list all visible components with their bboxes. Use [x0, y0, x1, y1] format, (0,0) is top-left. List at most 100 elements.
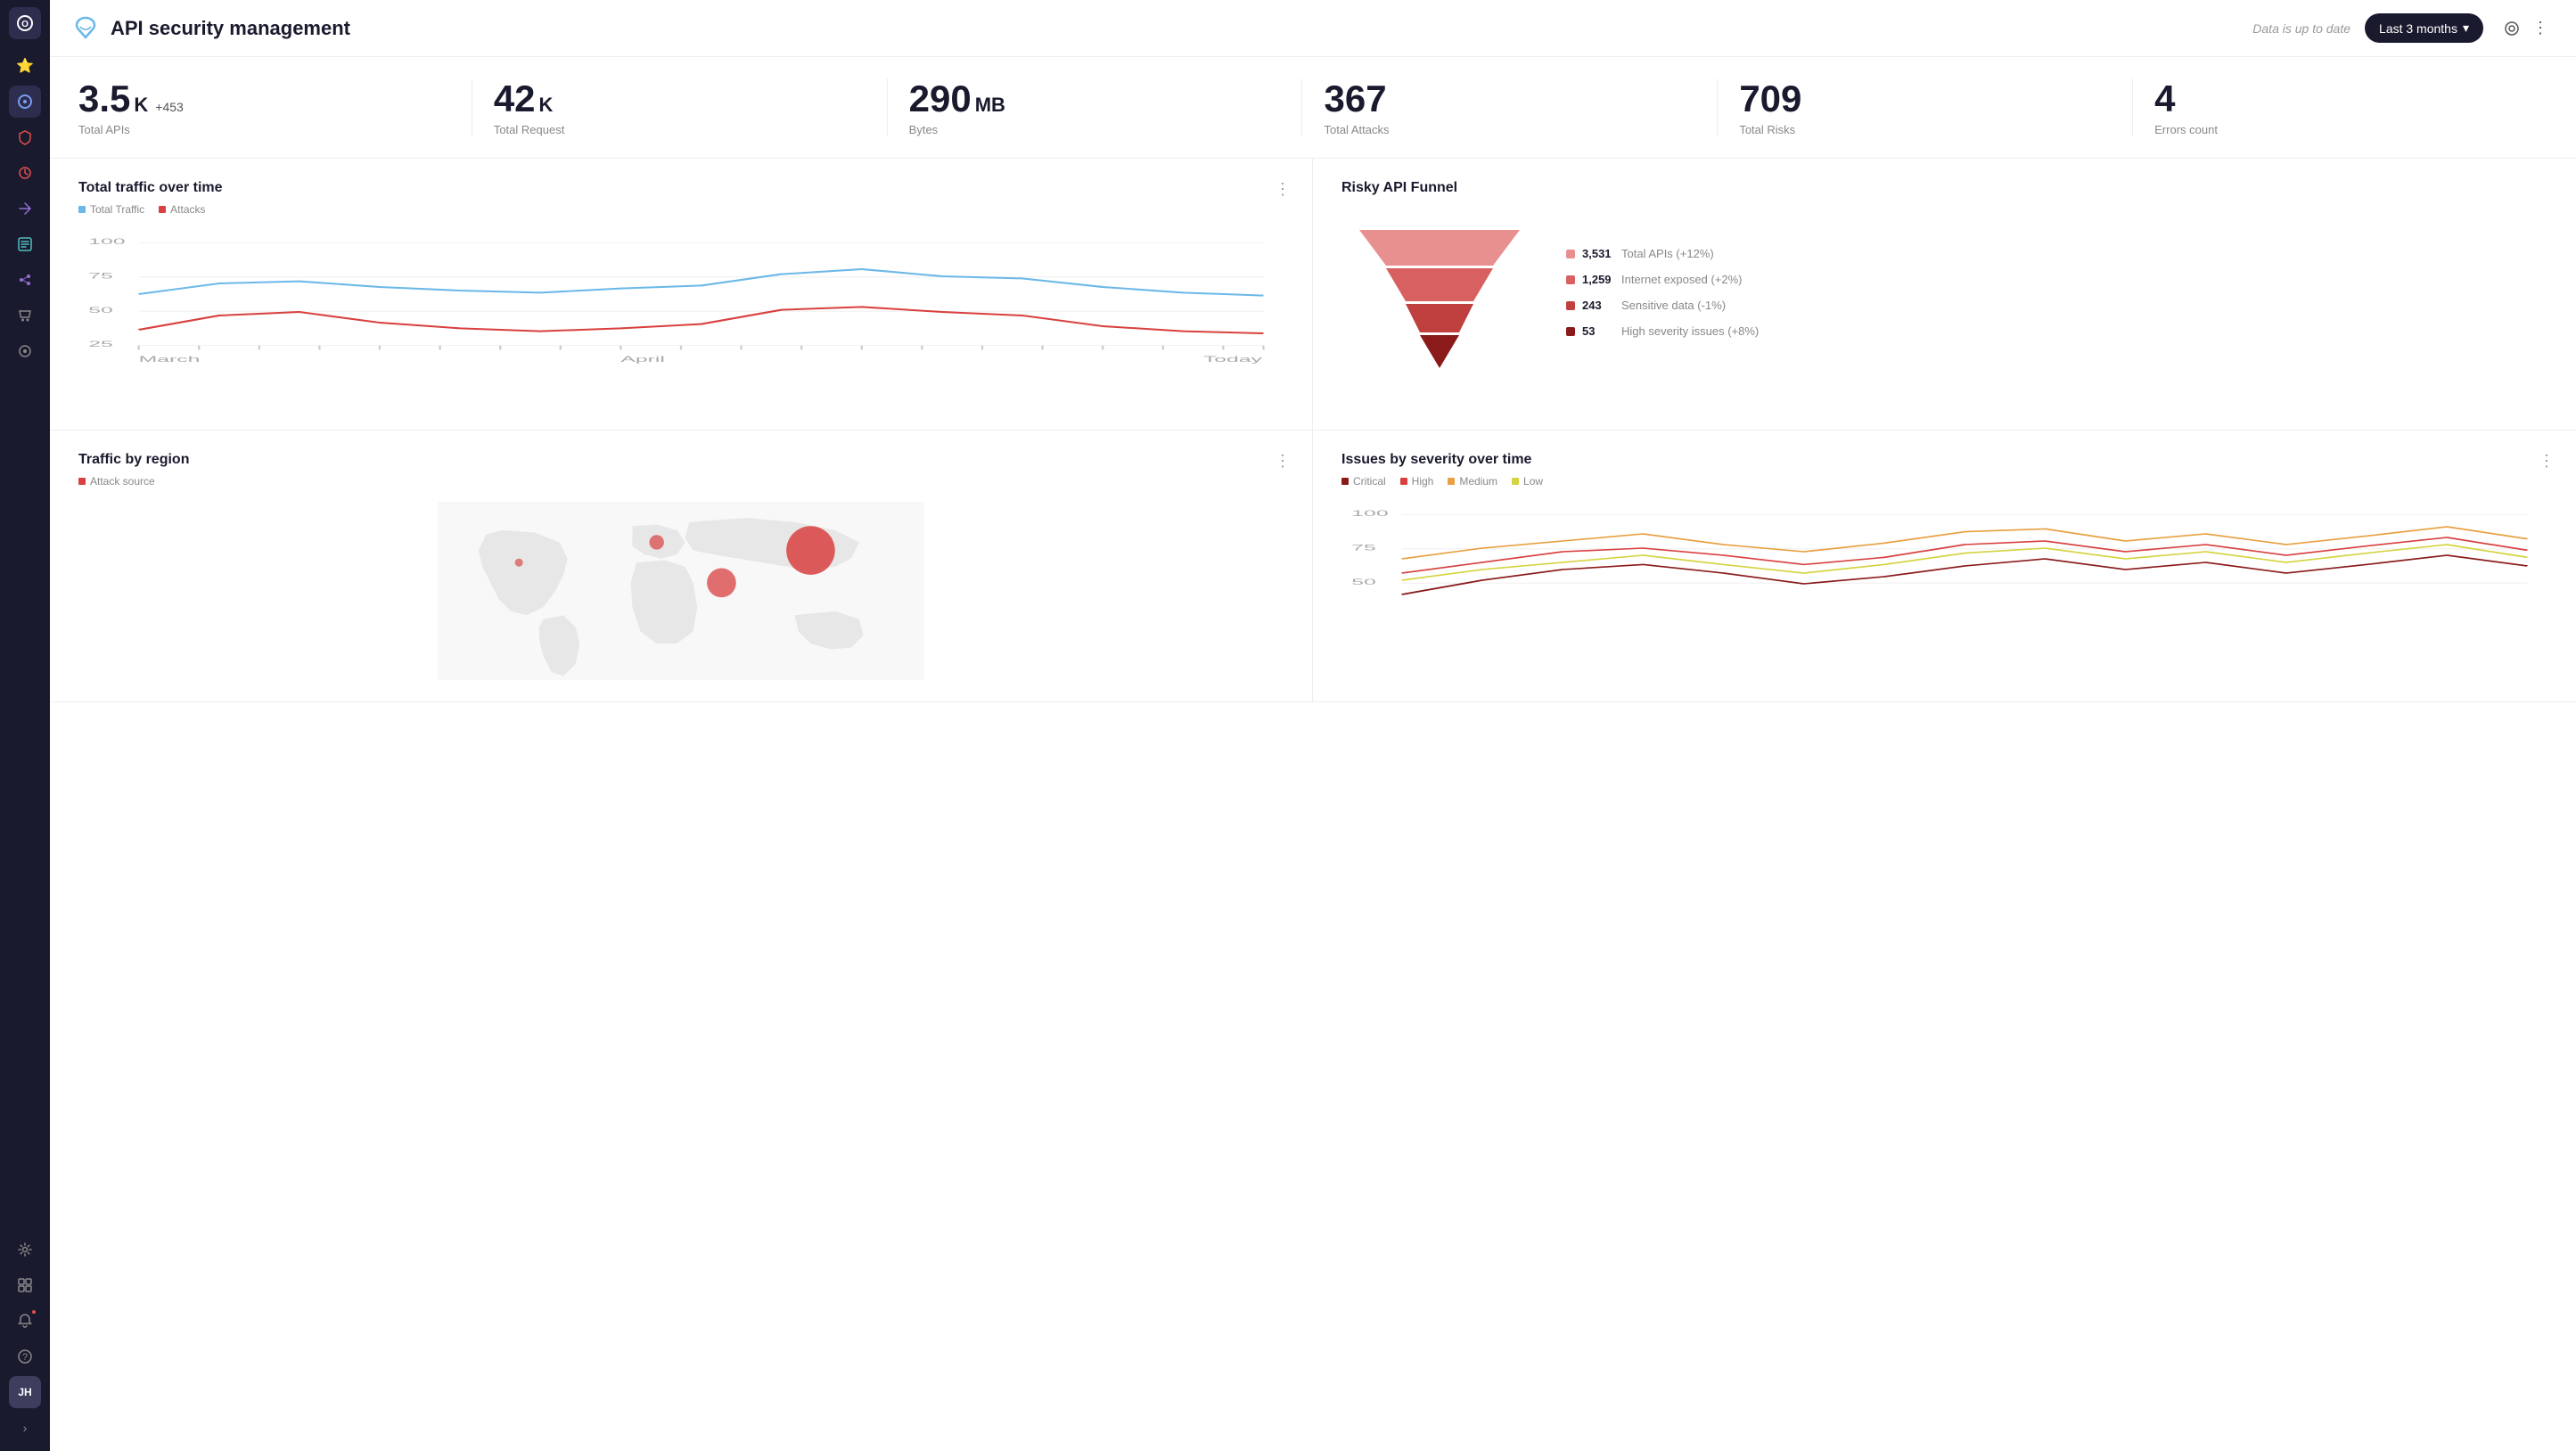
alerts-button[interactable]	[2498, 14, 2526, 43]
svg-text:75: 75	[88, 272, 113, 281]
sidebar-item-help[interactable]: ?	[9, 1340, 41, 1373]
traffic-chart-title: Total traffic over time	[78, 180, 1284, 196]
funnel-label-3: Sensitive data (-1%)	[1621, 299, 1726, 312]
medium-dot	[1448, 478, 1455, 485]
region-chart-menu[interactable]: ⋮	[1275, 452, 1291, 471]
traffic-chart-area: 100 75 50 25 March	[78, 230, 1284, 408]
kpi-total-request-label: Total Request	[494, 123, 866, 136]
funnel-label-4: High severity issues (+8%)	[1621, 324, 1759, 338]
legend-critical: Critical	[1341, 475, 1386, 488]
sidebar-item-marketplace[interactable]	[9, 299, 41, 332]
traffic-chart-panel: Total traffic over time Total Traffic At…	[50, 159, 1313, 430]
kpi-risks: 709 Total Risks	[1718, 78, 2133, 136]
severity-chart-title: Issues by severity over time	[1341, 452, 2547, 468]
sidebar-item-graph[interactable]	[9, 264, 41, 296]
attack-source-dot	[78, 478, 86, 485]
funnel-num-4: 53	[1582, 324, 1614, 338]
funnel-legend: 3,531 Total APIs (+12%) 1,259 Internet e…	[1566, 247, 1759, 338]
severity-chart-panel: Issues by severity over time Critical Hi…	[1313, 430, 2576, 702]
legend-low: Low	[1512, 475, 1543, 488]
sidebar-item-security[interactable]	[9, 121, 41, 153]
map-svg	[78, 502, 1284, 680]
sidebar-item-grid[interactable]	[9, 1269, 41, 1301]
severity-chart-area: 100 75 50	[1341, 502, 2547, 680]
legend-high: High	[1400, 475, 1434, 488]
kpi-errors: 4 Errors count	[2133, 78, 2547, 136]
header-logo	[71, 14, 100, 43]
kpi-bytes-value: 290MB	[909, 78, 1281, 119]
funnel-dot-2	[1566, 275, 1575, 284]
funnel-dot-1	[1566, 250, 1575, 258]
sidebar-item-settings[interactable]	[9, 1234, 41, 1266]
funnel-chart-title: Risky API Funnel	[1341, 180, 2547, 196]
legend-total-traffic: Total Traffic	[78, 203, 144, 216]
more-options-button[interactable]: ⋮	[2526, 14, 2555, 43]
funnel-item-internet-exposed: 1,259 Internet exposed (+2%)	[1566, 273, 1759, 286]
time-range-button[interactable]: Last 3 months ▾	[2365, 13, 2483, 43]
svg-text:O: O	[21, 20, 29, 29]
region-legend: Attack source	[78, 475, 1284, 488]
critical-label: Critical	[1353, 475, 1386, 488]
attacks-label: Attacks	[170, 203, 205, 216]
sidebar-item-center[interactable]	[9, 335, 41, 367]
funnel-item-high-severity: 53 High severity issues (+8%)	[1566, 324, 1759, 338]
kpi-bytes: 290MB Bytes	[888, 78, 1303, 136]
data-status: Data is up to date	[2252, 21, 2350, 36]
kpi-total-request: 42K Total Request	[472, 78, 888, 136]
svg-text:March: March	[139, 355, 201, 364]
sidebar-item-integrations[interactable]	[9, 193, 41, 225]
kpi-attacks-label: Total Attacks	[1324, 123, 1695, 136]
kpi-errors-value: 4	[2154, 78, 2526, 119]
main-content: API security management Data is up to da…	[50, 0, 2576, 1451]
severity-legend: Critical High Medium Low	[1341, 475, 2547, 488]
svg-text:100: 100	[1351, 509, 1388, 518]
high-dot	[1400, 478, 1407, 485]
region-chart-panel: Traffic by region Attack source ⋮	[50, 430, 1313, 702]
svg-text:25: 25	[88, 340, 113, 348]
severity-chart-menu[interactable]: ⋮	[2539, 452, 2555, 471]
user-avatar[interactable]: JH	[9, 1376, 41, 1408]
app-logo[interactable]: O	[9, 7, 41, 39]
charts-grid: Total traffic over time Total Traffic At…	[50, 159, 2576, 702]
sidebar-expand-button[interactable]: ›	[9, 1412, 41, 1444]
sidebar-item-favorites[interactable]: ⭐	[9, 50, 41, 82]
time-range-label: Last 3 months	[2379, 21, 2457, 36]
funnel-container: 3,531 Total APIs (+12%) 1,259 Internet e…	[1341, 203, 2547, 381]
svg-text:100: 100	[88, 237, 125, 246]
svg-text:50: 50	[88, 306, 113, 315]
low-dot	[1512, 478, 1519, 485]
region-chart-title: Traffic by region	[78, 452, 1284, 468]
sidebar-item-dashboard[interactable]	[9, 86, 41, 118]
kpi-bytes-label: Bytes	[909, 123, 1281, 136]
svg-text:50: 50	[1351, 578, 1376, 586]
kpi-total-apis: 3.5K +453 Total APIs	[78, 78, 472, 136]
chevron-down-icon: ▾	[2463, 20, 2469, 36]
sidebar-item-inventory[interactable]	[9, 228, 41, 260]
page-title: API security management	[111, 17, 2252, 40]
sidebar: O ⭐ ? JH ›	[0, 0, 50, 1451]
svg-text:75: 75	[1351, 544, 1376, 553]
funnel-chart-panel: Risky API Funnel	[1313, 159, 2576, 430]
world-map	[78, 502, 1284, 680]
high-label: High	[1412, 475, 1434, 488]
attacks-dot	[159, 206, 166, 213]
kpi-total-apis-label: Total APIs	[78, 123, 450, 136]
funnel-num-2: 1,259	[1582, 273, 1614, 286]
funnel-dot-4	[1566, 327, 1575, 336]
medium-label: Medium	[1459, 475, 1497, 488]
kpi-row: 3.5K +453 Total APIs 42K Total Request 2…	[50, 57, 2576, 159]
traffic-chart-menu[interactable]: ⋮	[1275, 180, 1291, 199]
sidebar-item-notifications[interactable]	[9, 1305, 41, 1337]
critical-dot	[1341, 478, 1349, 485]
kpi-risks-label: Total Risks	[1739, 123, 2111, 136]
traffic-legend: Total Traffic Attacks	[78, 203, 1284, 216]
attack-source-label: Attack source	[90, 475, 155, 488]
funnel-svg	[1341, 203, 1538, 381]
svg-text:?: ?	[22, 1352, 28, 1363]
total-traffic-label: Total Traffic	[90, 203, 144, 216]
svg-text:April: April	[620, 355, 665, 364]
total-traffic-dot	[78, 206, 86, 213]
funnel-dot-3	[1566, 301, 1575, 310]
funnel-num-1: 3,531	[1582, 247, 1614, 260]
sidebar-item-monitoring[interactable]	[9, 157, 41, 189]
